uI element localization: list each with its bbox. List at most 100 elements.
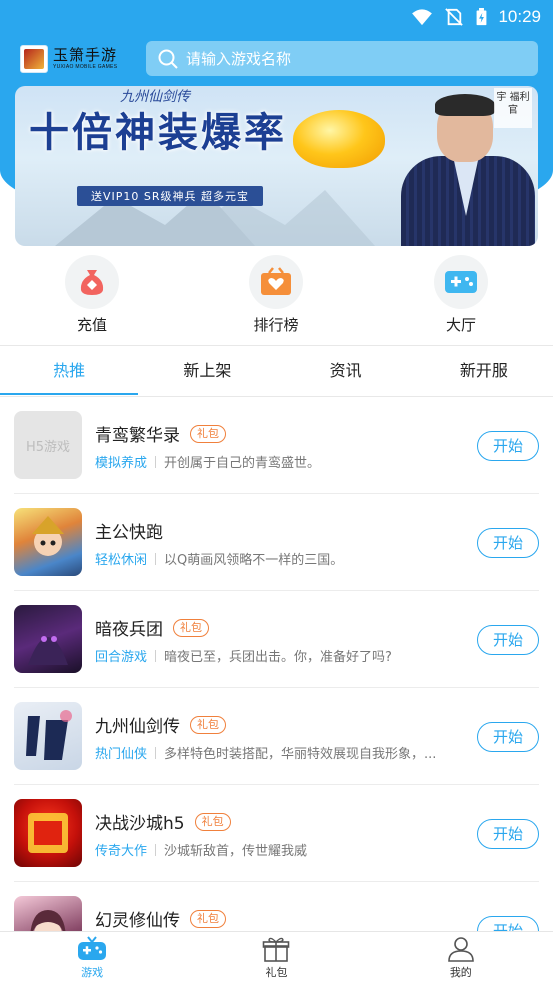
battery-charging-icon	[477, 8, 487, 26]
gift-box-icon	[263, 937, 290, 962]
gamepad-icon	[445, 271, 477, 293]
banner-stamp: 宇 福利 官	[494, 88, 532, 128]
nav-label: 游戏	[81, 966, 104, 979]
game-description: 以Q萌画风领略不一样的三国。	[164, 553, 344, 568]
promo-banner[interactable]: 九州仙剑传 十倍神装爆率 送VIP10 SR级神兵 超多元宝 宇 福利 官	[15, 86, 538, 246]
nav-profile[interactable]: 我的	[369, 932, 553, 983]
banner-subtitle: 送VIP10 SR级神兵 超多元宝	[77, 186, 264, 206]
status-time: 10:29	[498, 7, 541, 26]
category-tabs: 热推 新上架 资讯 新开服	[0, 347, 553, 395]
ranking-icon	[261, 267, 291, 295]
game-description: 多样特色时装搭配，华丽特效展现自我形象，...	[164, 747, 437, 762]
quick-action-recharge[interactable]: 充值	[32, 255, 152, 335]
game-title-row: 主公快跑	[95, 518, 163, 543]
game-item[interactable]: 主公快跑 轻松休闲 以Q萌画风领略不一样的三国。 开始	[14, 494, 539, 591]
gift-badge: 礼包	[190, 715, 226, 734]
tab-new-release[interactable]: 新上架	[138, 347, 276, 395]
game-item[interactable]: 决战沙城h5 礼包 传奇大作 沙城斩敌首，传世耀我威 开始	[14, 785, 539, 882]
game-thumbnail	[14, 605, 82, 673]
gold-ingot-image	[293, 110, 385, 168]
bottom-navigation: 游戏 礼包 我的	[0, 931, 553, 983]
gift-badge: 礼包	[173, 618, 209, 637]
game-category: 模拟养成	[95, 456, 148, 471]
game-description: 开创属于自己的青鸾盛世。	[164, 456, 321, 471]
quick-action-label: 排行榜	[253, 316, 299, 334]
banner-title: 十倍神装爆率	[29, 109, 287, 156]
game-list: H5游戏 青鸾繁华录 礼包 模拟养成 开创属于自己的青鸾盛世。 开始 主公快跑 …	[0, 397, 553, 931]
brand: 玉箫手游 YUXIAO MOBILE GAMES	[53, 47, 117, 71]
game-title-row: 青鸾繁华录 礼包	[95, 421, 226, 446]
game-meta: 传奇大作 沙城斩敌首，传世耀我威	[95, 840, 307, 859]
game-thumbnail	[14, 508, 82, 576]
quick-actions: 充值 排行榜 大厅	[0, 255, 553, 341]
wifi-icon	[412, 9, 433, 26]
game-meta: 轻松休闲 以Q萌画风领略不一样的三国。	[95, 549, 343, 568]
game-item[interactable]: H5游戏 青鸾繁华录 礼包 模拟养成 开创属于自己的青鸾盛世。 开始	[14, 397, 539, 494]
game-name: 暗夜兵团	[95, 620, 163, 640]
game-name: 青鸾繁华录	[95, 426, 180, 446]
search-input[interactable]	[186, 49, 506, 68]
start-button[interactable]: 开始	[477, 625, 539, 655]
separator	[155, 843, 157, 856]
game-name: 主公快跑	[95, 523, 163, 543]
game-title-row: 九州仙剑传 礼包	[95, 712, 226, 737]
quick-action-lobby[interactable]: 大厅	[401, 255, 521, 335]
game-item[interactable]: 暗夜兵团 礼包 回合游戏 暗夜已至，兵团出击。你，准备好了吗? 开始	[14, 591, 539, 688]
gift-badge: 礼包	[194, 812, 231, 831]
gift-badge: 礼包	[190, 424, 226, 443]
status-bar: 10:29	[0, 0, 553, 34]
game-name: 九州仙剑传	[95, 717, 180, 737]
game-category: 热门仙侠	[95, 747, 148, 762]
nav-gifts[interactable]: 礼包	[184, 932, 368, 983]
start-button[interactable]: 开始	[477, 722, 539, 752]
gamepad-icon	[78, 936, 107, 960]
game-item[interactable]: 幻灵修仙传 礼包 开始	[14, 882, 539, 931]
brand-subtitle: YUXIAO MOBILE GAMES	[53, 64, 118, 70]
game-thumbnail	[14, 799, 82, 867]
tab-news[interactable]: 资讯	[277, 347, 415, 395]
game-title-row: 幻灵修仙传 礼包	[95, 906, 226, 931]
game-name: 幻灵修仙传	[95, 911, 180, 931]
search-bar[interactable]	[146, 41, 538, 76]
no-sim-icon	[445, 8, 464, 26]
divider	[0, 345, 553, 346]
game-description: 沙城斩敌首，传世耀我威	[164, 844, 308, 859]
game-meta: 热门仙侠 多样特色时装搭配，华丽特效展现自我形象，...	[95, 743, 436, 762]
game-category: 轻松休闲	[95, 553, 148, 568]
game-thumbnail	[14, 702, 82, 770]
start-button[interactable]: 开始	[477, 916, 539, 931]
nav-label: 礼包	[265, 966, 288, 979]
nav-label: 我的	[449, 966, 472, 979]
gift-badge: 礼包	[190, 909, 226, 928]
separator	[155, 552, 157, 565]
start-button[interactable]: 开始	[477, 819, 539, 849]
money-bag-icon	[80, 270, 104, 295]
separator	[155, 746, 157, 759]
game-title-row: 决战沙城h5 礼包	[95, 809, 231, 834]
quick-action-ranking[interactable]: 排行榜	[216, 255, 336, 335]
nav-games[interactable]: 游戏	[0, 932, 184, 983]
game-category: 回合游戏	[95, 650, 148, 665]
game-thumbnail	[14, 896, 82, 931]
game-meta: 回合游戏 暗夜已至，兵团出击。你，准备好了吗?	[95, 646, 392, 665]
game-item[interactable]: 九州仙剑传 礼包 热门仙侠 多样特色时装搭配，华丽特效展现自我形象，... 开始	[14, 688, 539, 785]
game-description: 暗夜已至，兵团出击。你，准备好了吗?	[164, 650, 392, 665]
game-meta: 模拟养成 开创属于自己的青鸾盛世。	[95, 452, 320, 471]
separator	[155, 455, 157, 468]
app-logo	[20, 45, 48, 73]
tab-hot[interactable]: 热推	[0, 347, 139, 395]
tab-new-servers[interactable]: 新开服	[415, 347, 553, 395]
search-icon	[158, 49, 178, 69]
game-thumbnail: H5游戏	[14, 411, 82, 479]
start-button[interactable]: 开始	[477, 431, 539, 461]
user-icon	[448, 937, 474, 962]
quick-action-label: 充值	[76, 316, 107, 334]
game-title-row: 暗夜兵团 礼包	[95, 615, 209, 640]
separator	[155, 649, 157, 662]
brand-name: 玉箫手游	[53, 46, 118, 64]
quick-action-label: 大厅	[445, 316, 476, 334]
app-header: 玉箫手游 YUXIAO MOBILE GAMES	[0, 40, 553, 78]
game-category: 传奇大作	[95, 844, 148, 859]
start-button[interactable]: 开始	[477, 528, 539, 558]
game-name: 决战沙城h5	[95, 814, 185, 834]
